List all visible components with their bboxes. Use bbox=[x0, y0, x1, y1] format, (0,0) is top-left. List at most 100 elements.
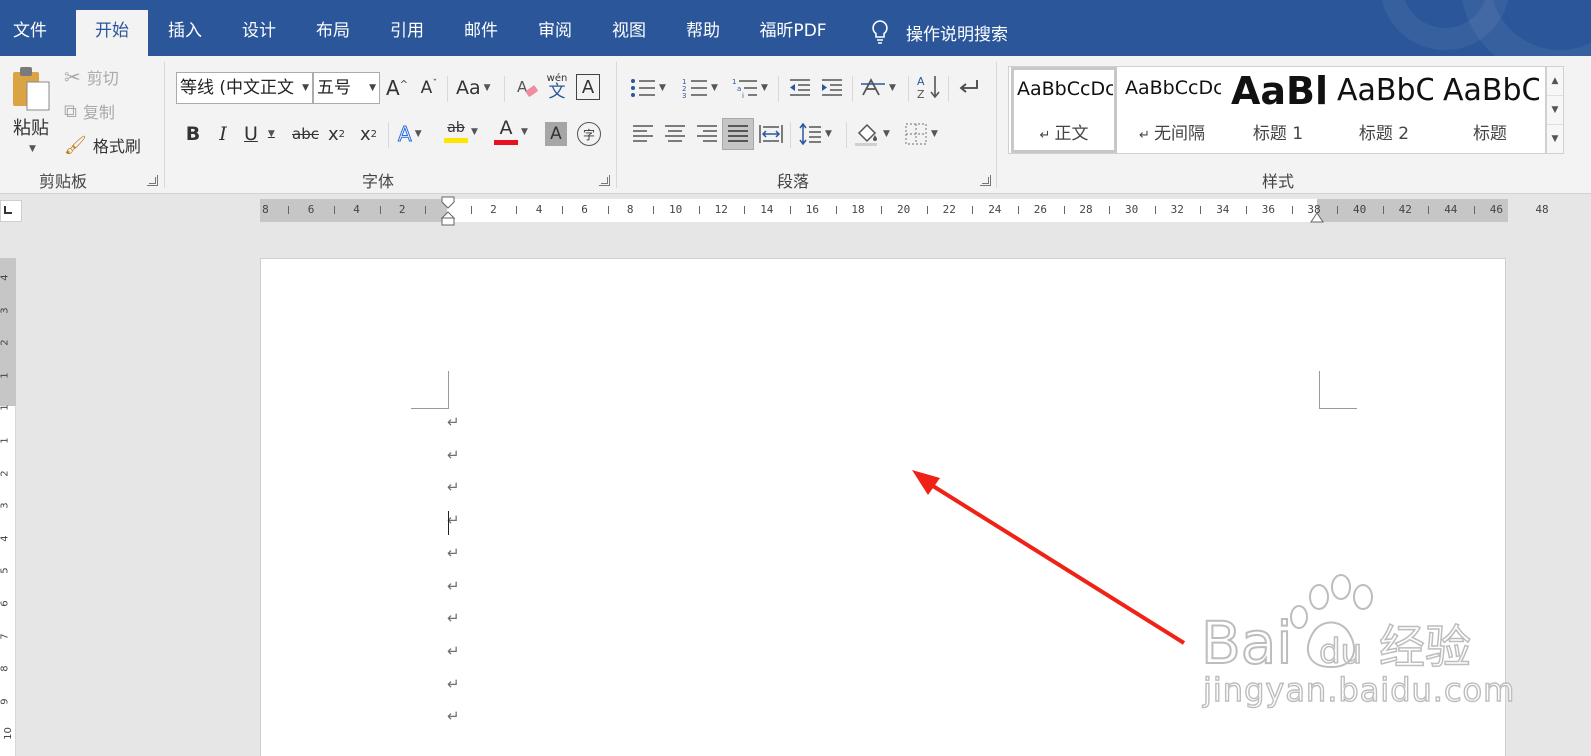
highlight-button[interactable]: ab ▼ bbox=[444, 116, 478, 148]
scroll-down-icon[interactable]: ▼ bbox=[1547, 96, 1563, 125]
tab-selector[interactable] bbox=[0, 200, 22, 222]
strikethrough-button[interactable]: abc bbox=[292, 120, 319, 148]
strikethrough-label: abc bbox=[292, 125, 319, 143]
more-styles-icon[interactable]: ▼ bbox=[1547, 125, 1563, 154]
divider bbox=[908, 76, 909, 102]
font-launcher-icon[interactable] bbox=[599, 175, 610, 186]
enclose-characters-button[interactable]: 字 bbox=[577, 122, 601, 146]
paragraph-mark-icon bbox=[959, 80, 978, 93]
style-no-spacing[interactable]: AaBbCcDc ↵ 无间隔 bbox=[1119, 67, 1225, 153]
subscript-button[interactable]: x2 bbox=[328, 120, 345, 148]
tab-references[interactable]: 引用 bbox=[372, 10, 442, 56]
tab-review[interactable]: 审阅 bbox=[520, 10, 590, 56]
paste-icon bbox=[13, 67, 50, 111]
font-color-button[interactable]: A ▼ bbox=[494, 116, 528, 148]
indent-marker-icon[interactable] bbox=[441, 196, 455, 226]
tab-file[interactable]: 文件 bbox=[0, 10, 60, 56]
tell-me-search[interactable]: 操作说明搜索 bbox=[870, 18, 1008, 46]
paragraph-mark-icon: ↵ bbox=[447, 445, 460, 464]
ruler-number: 8 bbox=[0, 665, 11, 672]
style-heading-1[interactable]: AaBl 标题 1 bbox=[1225, 67, 1331, 153]
increase-indent-button[interactable] bbox=[820, 74, 844, 102]
right-indent-marker-icon[interactable] bbox=[1310, 211, 1324, 223]
phonetic-guide-button[interactable]: wén 文 bbox=[544, 70, 570, 104]
style-title[interactable]: AaBbC 标题 bbox=[1437, 67, 1543, 153]
paragraph-launcher-icon[interactable] bbox=[980, 175, 991, 186]
align-left-button[interactable] bbox=[630, 120, 656, 148]
chevron-down-icon: ▼ bbox=[825, 129, 832, 139]
borders-button[interactable]: ▼ bbox=[904, 120, 938, 148]
tab-layout[interactable]: 布局 bbox=[298, 10, 368, 56]
ruler-tick bbox=[379, 206, 381, 214]
paragraph-mark-icon: ↵ bbox=[447, 478, 460, 497]
text-effects-button[interactable]: A ▼ bbox=[398, 120, 422, 148]
style-normal[interactable]: AaBbCcDc ↵ 正文 bbox=[1011, 67, 1117, 153]
sort-button[interactable]: AZ bbox=[916, 72, 942, 102]
scroll-up-icon[interactable]: ▲ bbox=[1547, 67, 1563, 96]
style-name-label: 无间隔 bbox=[1154, 124, 1206, 144]
superscript-button[interactable]: x2 bbox=[360, 120, 377, 148]
ruler-number: 30 bbox=[1125, 203, 1139, 216]
bullets-button[interactable]: ▼ bbox=[630, 74, 666, 102]
chevron-down-icon: ▼ bbox=[521, 127, 528, 137]
align-center-button[interactable] bbox=[662, 120, 688, 148]
align-center-icon bbox=[665, 125, 685, 142]
decrease-indent-button[interactable] bbox=[788, 74, 812, 102]
style-heading-2[interactable]: AaBbC 标题 2 bbox=[1331, 67, 1437, 153]
character-shading-button[interactable]: A bbox=[545, 122, 567, 146]
change-case-label: Aa bbox=[456, 77, 481, 99]
change-case-button[interactable]: Aa ▼ bbox=[456, 74, 491, 102]
distributed-button[interactable] bbox=[758, 120, 784, 148]
tab-design[interactable]: 设计 bbox=[224, 10, 294, 56]
tab-view[interactable]: 视图 bbox=[594, 10, 664, 56]
scissors-icon: ✂ bbox=[64, 65, 81, 89]
clear-formatting-button[interactable]: A bbox=[514, 74, 540, 102]
tab-mailings[interactable]: 邮件 bbox=[446, 10, 516, 56]
numbering-button[interactable]: 123 ▼ bbox=[682, 74, 718, 102]
font-name-combo[interactable]: 等线 (中文正文 ▼ bbox=[176, 72, 313, 104]
font-size-combo[interactable]: 五号 ▼ bbox=[313, 72, 380, 104]
ruler-number: 10 bbox=[669, 203, 683, 216]
show-hide-marks-button[interactable] bbox=[956, 74, 982, 102]
format-painter-button[interactable]: 🖌 格式刷 bbox=[64, 132, 141, 158]
tab-insert[interactable]: 插入 bbox=[150, 10, 220, 56]
asian-layout-button[interactable]: ▼ bbox=[860, 74, 896, 102]
ruler-tick bbox=[1246, 206, 1247, 214]
ruler-number: 12 bbox=[714, 203, 728, 216]
vertical-ruler[interactable]: 4 3 2 1 1 1 2 3 4 5 6 7 8 9 10 bbox=[0, 258, 16, 756]
italic-button[interactable]: I bbox=[212, 120, 234, 148]
align-right-button[interactable] bbox=[694, 120, 720, 148]
cut-button[interactable]: ✂ 剪切 bbox=[64, 64, 119, 90]
justify-button[interactable] bbox=[722, 118, 754, 150]
document-page[interactable]: ↵ ↵ ↵ ↵ ↵ ↵ ↵ ↵ ↵ ↵ Bai du 经验 jingyan.baidu.com bbox=[260, 258, 1515, 756]
ruler-number: 28 bbox=[1079, 203, 1093, 216]
line-spacing-button[interactable]: ▼ bbox=[798, 120, 832, 148]
paste-button[interactable]: 粘贴 ▼ bbox=[6, 64, 56, 156]
character-border-button[interactable]: A bbox=[576, 74, 600, 100]
ruler-number: 1 bbox=[0, 404, 11, 412]
copy-button[interactable]: ⧉ 复制 bbox=[64, 98, 115, 124]
ruler-number: 8 bbox=[626, 203, 634, 216]
ruler-number: 1 bbox=[0, 372, 11, 379]
style-name-label: 正文 bbox=[1054, 124, 1089, 144]
paste-label: 粘贴 bbox=[13, 118, 49, 139]
ruler-number: 2 bbox=[0, 469, 11, 477]
horizontal-ruler[interactable]: 8 6 4 2 2 4 6 8 10 12 14 16 18 20 22 24 26 28 30 32 34 36 38 40… bbox=[260, 196, 1549, 226]
multilevel-list-button[interactable]: 1ai ▼ bbox=[732, 74, 768, 102]
chevron-down-icon: ▼ bbox=[414, 129, 422, 139]
tab-foxit-pdf[interactable]: 福昕PDF bbox=[748, 10, 838, 56]
tab-help[interactable]: 帮助 bbox=[668, 10, 738, 56]
chevron-down-icon: ▼ bbox=[267, 129, 275, 139]
bold-button[interactable]: B bbox=[182, 120, 204, 148]
tab-home[interactable]: 开始 bbox=[76, 10, 148, 56]
shrink-font-button[interactable]: Aˇ bbox=[418, 74, 440, 102]
underline-button[interactable]: U ▼ bbox=[244, 120, 275, 148]
ruler-tick bbox=[1382, 206, 1384, 214]
styles-gallery-scroll[interactable]: ▲ ▼ ▼ bbox=[1546, 66, 1564, 154]
grow-font-button[interactable]: A^ bbox=[386, 74, 408, 102]
ruler-tick bbox=[1428, 206, 1430, 214]
style-name: ↵ 正文 bbox=[1014, 119, 1114, 144]
clipboard-launcher-icon[interactable] bbox=[147, 175, 158, 186]
shading-button[interactable]: ▼ bbox=[854, 120, 890, 148]
divider bbox=[852, 76, 853, 102]
